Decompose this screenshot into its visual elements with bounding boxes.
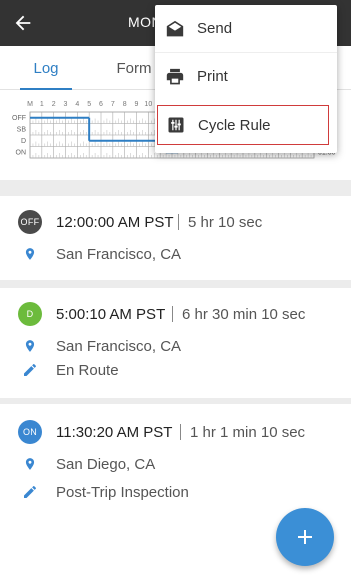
location-row: San Francisco, CA (0, 242, 351, 266)
hour-label: 7 (111, 101, 115, 108)
location-pin-icon (20, 454, 40, 474)
log-entry-card[interactable]: OFF 12:00:00 AM PST 5 hr 10 sec San Fran… (0, 196, 351, 280)
status-badge: OFF (18, 210, 42, 234)
hour-label: M (27, 101, 33, 108)
note-row: En Route (0, 358, 351, 382)
location-row: San Diego, CA (0, 452, 351, 476)
menu-item-cycle-rule[interactable]: Cycle Rule (157, 105, 329, 145)
hour-label: 8 (123, 101, 127, 108)
status-badge: ON (18, 420, 42, 444)
printer-icon (165, 67, 185, 87)
menu-item-label: Print (197, 68, 228, 85)
entry-time: 5:00:10 AM PST (56, 305, 166, 323)
entry-time: 12:00:00 AM PST (56, 213, 174, 231)
hour-label: 9 (135, 101, 139, 108)
hour-label: 5 (87, 101, 91, 108)
plus-icon (298, 530, 312, 544)
entry-duration: 1 hr 1 min 10 sec (190, 423, 306, 441)
back-button[interactable] (8, 8, 38, 38)
divider (172, 306, 173, 322)
sliders-icon (166, 115, 186, 135)
entry-duration: 6 hr 30 min 10 sec (182, 305, 306, 323)
log-entry-header: D 5:00:10 AM PST 6 hr 30 min 10 sec (0, 302, 351, 326)
entry-location: San Francisco, CA (56, 337, 182, 355)
entry-note: En Route (56, 361, 119, 379)
log-entry-header: ON 11:30:20 AM PST 1 hr 1 min 10 sec (0, 420, 351, 444)
tab-form[interactable]: Form (106, 46, 162, 90)
add-event-button[interactable] (276, 508, 334, 566)
location-row: San Francisco, CA (0, 334, 351, 358)
hour-label: 1 (40, 101, 44, 108)
status-row-label: OFF (12, 115, 26, 122)
pencil-icon (20, 360, 40, 380)
menu-item-label: Send (197, 20, 233, 37)
hour-label: 4 (75, 101, 79, 108)
menu-item-print[interactable]: Print (155, 55, 337, 99)
status-badge: D (18, 302, 42, 326)
hour-label: 2 (52, 101, 56, 108)
status-row-label: ON (16, 150, 27, 157)
hour-label: 10 (144, 101, 152, 108)
divider (180, 424, 181, 440)
hour-label: 6 (99, 101, 103, 108)
tab-log[interactable]: Log (20, 46, 72, 90)
overflow-menu: Send Print Cycle Rule (155, 5, 337, 153)
menu-item-send[interactable]: Send (155, 7, 337, 51)
status-row-label: SB (17, 127, 27, 134)
divider (178, 214, 179, 230)
status-row-label: D (21, 138, 26, 145)
menu-divider (155, 52, 337, 53)
log-entry-card[interactable]: D 5:00:10 AM PST 6 hr 30 min 10 sec San … (0, 288, 351, 398)
location-pin-icon (20, 336, 40, 356)
entry-duration: 5 hr 10 sec (188, 213, 263, 231)
entry-location: San Francisco, CA (56, 245, 182, 263)
note-row: Post-Trip Inspection (0, 480, 351, 504)
log-entry-header: OFF 12:00:00 AM PST 5 hr 10 sec (0, 210, 351, 234)
entry-location: San Diego, CA (56, 455, 156, 473)
menu-item-label: Cycle Rule (198, 117, 271, 134)
entry-note: Post-Trip Inspection (56, 483, 189, 501)
send-envelope-icon (165, 19, 185, 39)
entry-time: 11:30:20 AM PST (56, 423, 173, 441)
pencil-icon (20, 482, 40, 502)
location-pin-icon (20, 244, 40, 264)
arrow-left-icon (15, 15, 31, 31)
hour-label: 3 (64, 101, 68, 108)
